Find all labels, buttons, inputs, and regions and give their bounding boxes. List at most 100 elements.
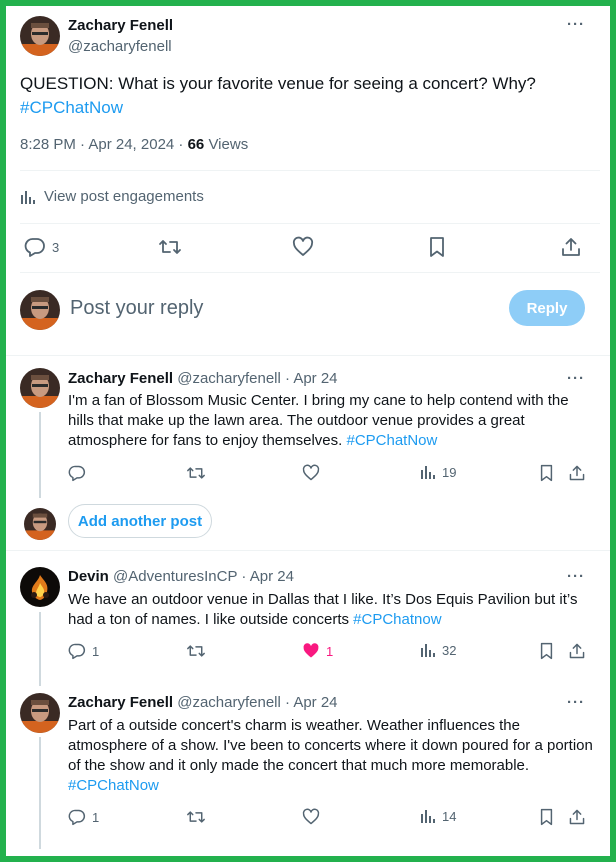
reply-text-block: We have an outdoor venue in Dallas that … bbox=[68, 590, 596, 630]
reply-count: 1 bbox=[92, 809, 100, 825]
bookmark-button[interactable] bbox=[538, 642, 555, 660]
share-icon bbox=[569, 465, 585, 481]
views-count: 19 bbox=[442, 464, 457, 480]
share-button[interactable] bbox=[568, 464, 586, 482]
reply-avatar[interactable] bbox=[20, 567, 60, 607]
bookmark-button[interactable] bbox=[538, 808, 555, 826]
more-options-button[interactable]: ··· bbox=[567, 568, 585, 585]
views-count: 32 bbox=[442, 642, 457, 658]
hashtag-link[interactable]: #CPChatNow bbox=[20, 98, 123, 117]
reply-header: Devin @AdventuresInCP · Apr 24 bbox=[68, 568, 294, 585]
divider bbox=[20, 170, 600, 171]
reply-author-name[interactable]: Zachary Fenell bbox=[68, 694, 173, 711]
reply-button[interactable]: 1 bbox=[68, 808, 99, 826]
post-meta: 8:28 PM · Apr 24, 2024 · 66 Views bbox=[20, 136, 248, 153]
share-icon bbox=[562, 238, 580, 256]
reply-submit-button[interactable]: Reply bbox=[509, 290, 585, 326]
share-icon bbox=[569, 809, 585, 825]
reply-icon bbox=[68, 809, 86, 826]
reply-author-name[interactable]: Devin bbox=[68, 568, 109, 585]
hashtag-link[interactable]: #CPChatNow bbox=[68, 777, 159, 794]
thread-line bbox=[39, 737, 41, 849]
more-options-button[interactable]: ··· bbox=[567, 16, 585, 33]
reply-header: Zachary Fenell @zacharyfenell · Apr 24 bbox=[68, 694, 338, 711]
views-button[interactable]: 14 bbox=[420, 808, 456, 824]
reply-date[interactable]: · Apr 24 bbox=[285, 694, 338, 711]
reply-date[interactable]: · Apr 24 bbox=[241, 568, 294, 585]
page-frame: Zachary Fenell @zacharyfenell ··· QUESTI… bbox=[0, 0, 616, 862]
repost-icon bbox=[187, 467, 205, 479]
bookmark-icon bbox=[540, 642, 553, 660]
bookmark-icon bbox=[430, 237, 444, 257]
post-text: QUESTION: What is your favorite venue fo… bbox=[20, 74, 536, 93]
divider bbox=[20, 272, 600, 273]
more-options-button[interactable]: ··· bbox=[567, 370, 585, 387]
repost-button[interactable] bbox=[186, 464, 206, 482]
engagements-label: View post engagements bbox=[44, 188, 204, 205]
engagements-icon bbox=[21, 190, 35, 204]
reply-button[interactable] bbox=[68, 464, 92, 482]
author-name[interactable]: Zachary Fenell bbox=[68, 17, 173, 34]
views-icon bbox=[421, 466, 435, 479]
reply-button[interactable]: 3 bbox=[24, 236, 59, 258]
reply-count: 1 bbox=[92, 643, 100, 659]
heart-icon bbox=[292, 236, 314, 256]
post-text-block: QUESTION: What is your favorite venue fo… bbox=[20, 72, 600, 120]
like-button[interactable] bbox=[292, 236, 314, 258]
divider bbox=[20, 223, 600, 224]
reply-author-handle[interactable]: @zacharyfenell bbox=[177, 370, 281, 387]
heart-icon bbox=[302, 808, 320, 825]
repost-icon bbox=[159, 240, 181, 254]
views-button[interactable]: 32 bbox=[420, 642, 456, 658]
reply-date[interactable]: · Apr 24 bbox=[285, 370, 338, 387]
user-avatar[interactable] bbox=[24, 508, 56, 540]
author-avatar[interactable] bbox=[20, 16, 60, 56]
divider bbox=[6, 355, 610, 356]
reply-input[interactable]: Post your reply bbox=[70, 297, 203, 320]
hashtag-link[interactable]: #CPChatnow bbox=[353, 611, 441, 628]
share-icon bbox=[569, 643, 585, 659]
more-options-button[interactable]: ··· bbox=[567, 694, 585, 711]
views-icon bbox=[421, 644, 435, 657]
view-engagements-link[interactable]: View post engagements bbox=[20, 188, 204, 205]
reply-text: I'm a fan of Blossom Music Center. I bri… bbox=[68, 392, 569, 449]
add-another-post-button[interactable]: Add another post bbox=[68, 504, 212, 538]
divider bbox=[6, 550, 610, 551]
share-button[interactable] bbox=[560, 236, 582, 258]
reply-button[interactable]: 1 bbox=[68, 642, 99, 660]
reply-icon bbox=[68, 643, 86, 660]
author-handle[interactable]: @zacharyfenell bbox=[68, 38, 172, 55]
like-button[interactable] bbox=[302, 808, 326, 826]
reply-icon bbox=[68, 465, 86, 482]
reply-header: Zachary Fenell @zacharyfenell · Apr 24 bbox=[68, 370, 338, 387]
reply-author-name[interactable]: Zachary Fenell bbox=[68, 370, 173, 387]
bookmark-icon bbox=[540, 464, 553, 482]
reply-avatar[interactable] bbox=[20, 693, 60, 733]
post-time[interactable]: 8:28 PM · Apr 24, 2024 · bbox=[20, 136, 188, 153]
repost-button[interactable] bbox=[158, 236, 182, 258]
reply-avatar[interactable] bbox=[20, 368, 60, 408]
bookmark-button[interactable] bbox=[538, 464, 555, 482]
repost-icon bbox=[187, 811, 205, 823]
repost-button[interactable] bbox=[186, 642, 206, 660]
reply-author-handle[interactable]: @AdventuresInCP bbox=[113, 568, 237, 585]
bookmark-button[interactable] bbox=[427, 236, 447, 258]
views-button[interactable]: 19 bbox=[420, 464, 456, 480]
reply-text-block: I'm a fan of Blossom Music Center. I bri… bbox=[68, 391, 596, 451]
hashtag-link[interactable]: #CPChatNow bbox=[346, 432, 437, 449]
like-button[interactable] bbox=[302, 464, 326, 482]
repost-icon bbox=[187, 645, 205, 657]
like-count: 1 bbox=[326, 643, 334, 659]
like-button[interactable]: 1 bbox=[302, 642, 333, 660]
share-button[interactable] bbox=[568, 808, 586, 826]
reply-text: We have an outdoor venue in Dallas that … bbox=[68, 591, 578, 628]
reply-author-handle[interactable]: @zacharyfenell bbox=[177, 694, 281, 711]
thread-line bbox=[39, 412, 41, 498]
share-button[interactable] bbox=[568, 642, 586, 660]
views-label: Views bbox=[204, 136, 249, 153]
repost-button[interactable] bbox=[186, 808, 206, 826]
reply-text-block: Part of a outside concert's charm is wea… bbox=[68, 716, 596, 796]
user-avatar[interactable] bbox=[20, 290, 60, 330]
views-count: 66 bbox=[187, 136, 205, 153]
bookmark-icon bbox=[540, 808, 553, 826]
